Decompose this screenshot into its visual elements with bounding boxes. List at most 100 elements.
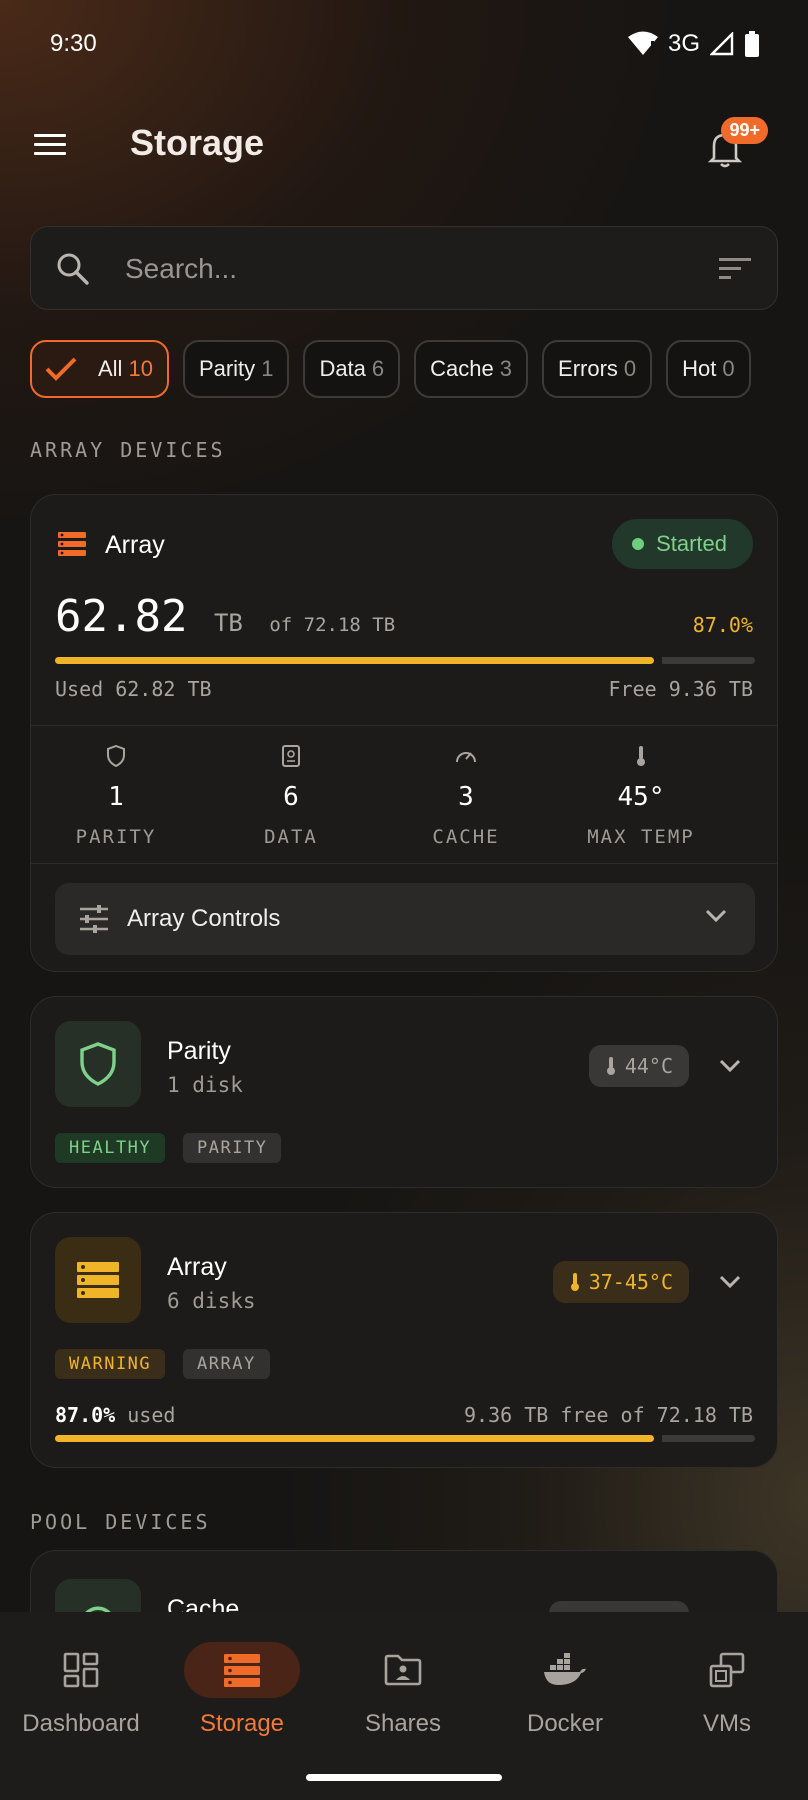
notification-badge: 99+ xyxy=(721,117,768,144)
usage-summary: 87.0% used xyxy=(55,1403,175,1427)
stat-parity: 1 PARITY xyxy=(41,745,191,848)
nav-vms[interactable]: VMs xyxy=(647,1642,807,1738)
bottom-navigation: Dashboard Storage Shares Docker VMs xyxy=(0,1612,808,1800)
search-icon xyxy=(55,251,91,287)
array-card-title: Array xyxy=(105,531,165,559)
usage-bar-fill xyxy=(55,1435,654,1442)
wifi-icon xyxy=(627,31,658,57)
device-subtitle: 1 disk xyxy=(167,1073,243,1097)
tune-sliders-icon xyxy=(79,905,109,933)
array-stack-icon xyxy=(57,531,87,557)
section-label-pool-devices: POOL DEVICES xyxy=(30,1510,211,1534)
chevron-down-icon[interactable] xyxy=(719,1059,741,1073)
used-capacity: 62.82 TB of 72.18 TB xyxy=(55,591,395,642)
stat-value: 3 xyxy=(458,782,474,812)
shield-icon xyxy=(78,1041,118,1087)
device-card-parity[interactable]: Parity 1 disk 44°C HEALTHY PARITY xyxy=(30,996,778,1188)
chip-label: Parity xyxy=(198,356,256,381)
page-title: Storage xyxy=(130,122,265,163)
usage-bar xyxy=(55,657,755,664)
drive-icon xyxy=(281,745,301,767)
usage-percent: 87.0% xyxy=(55,1403,116,1427)
free-label: Free 9.36 TB xyxy=(608,677,754,701)
stat-value: 1 xyxy=(108,782,124,812)
chip-cache[interactable]: Cache 3 xyxy=(414,340,529,398)
array-controls-label: Array Controls xyxy=(127,905,281,932)
network-type: 3G xyxy=(667,30,700,57)
device-icon-box xyxy=(55,1237,141,1323)
chip-count: 0 xyxy=(722,356,735,381)
status-icons: 3G xyxy=(627,30,760,58)
nav-label: Dashboard xyxy=(22,1710,140,1737)
chip-all[interactable]: All 10 xyxy=(30,340,169,398)
temperature-pill: 37-45°C xyxy=(552,1261,689,1303)
chip-count: 3 xyxy=(499,356,513,381)
device-icon-box xyxy=(55,1021,141,1107)
check-icon xyxy=(44,356,78,382)
nav-shares[interactable]: Shares xyxy=(323,1642,483,1738)
stat-label: DATA xyxy=(264,826,318,848)
search-bar xyxy=(30,226,778,310)
used-percent: 87.0% xyxy=(692,613,753,637)
usage-word: used xyxy=(127,1403,176,1427)
used-unit: TB xyxy=(213,609,243,637)
nav-label: Shares xyxy=(364,1710,442,1737)
shares-folder-icon xyxy=(323,1642,483,1698)
divider xyxy=(31,863,777,864)
stat-label: PARITY xyxy=(75,826,157,848)
used-value: 62.82 xyxy=(55,591,188,642)
device-title: Parity xyxy=(167,1037,231,1065)
dashboard-icon xyxy=(1,1642,161,1698)
chip-count: 10 xyxy=(128,356,153,381)
sort-filter-icon[interactable] xyxy=(717,255,753,283)
device-subtitle: 6 disks xyxy=(167,1289,256,1313)
nav-label: VMs xyxy=(703,1710,751,1737)
usage-bar xyxy=(55,1435,755,1442)
array-summary-card: Array Started 62.82 TB of 72.18 TB 87.0%… xyxy=(30,494,778,972)
thermometer-icon xyxy=(634,745,648,767)
status-time: 9:30 xyxy=(50,30,97,57)
home-indicator[interactable] xyxy=(306,1774,502,1781)
usage-detail: 9.36 TB free of 72.18 TB xyxy=(464,1403,753,1427)
speedometer-icon xyxy=(454,745,478,767)
chip-parity[interactable]: Parity 1 xyxy=(182,340,290,398)
signal-icon xyxy=(710,32,734,56)
chip-data[interactable]: Data 6 xyxy=(303,340,401,398)
filter-chips: All 10 Parity 1 Data 6 Cache 3 Errors 0 Hot 0 xyxy=(30,340,751,398)
chip-label: Errors xyxy=(558,356,618,381)
nav-label: Docker xyxy=(526,1710,604,1737)
chip-label: Hot xyxy=(682,356,717,381)
total-capacity: of 72.18 TB xyxy=(269,614,396,636)
temperature-value: 44°C xyxy=(624,1054,673,1078)
status-tag: WARNING xyxy=(55,1349,166,1379)
section-label-array-devices: ARRAY DEVICES xyxy=(30,438,226,462)
chip-count: 6 xyxy=(371,356,385,381)
temperature-pill: 44°C xyxy=(588,1045,689,1087)
chip-hot[interactable]: Hot 0 xyxy=(666,340,751,398)
array-controls-toggle[interactable]: Array Controls xyxy=(55,883,755,955)
search-input[interactable] xyxy=(123,247,687,291)
temperature-value: 37-45°C xyxy=(588,1270,673,1294)
chip-errors[interactable]: Errors 0 xyxy=(542,340,653,398)
nav-storage[interactable]: Storage xyxy=(162,1642,322,1738)
chip-label: Cache xyxy=(430,356,494,381)
thermometer-icon xyxy=(569,1272,581,1292)
menu-icon[interactable] xyxy=(30,130,70,160)
nav-docker[interactable]: Docker xyxy=(485,1642,645,1738)
divider xyxy=(31,725,777,726)
status-tag: HEALTHY xyxy=(55,1133,166,1163)
stat-data: 6 DATA xyxy=(216,745,366,848)
status-label: Started xyxy=(656,531,727,556)
vms-icon xyxy=(647,1642,807,1698)
chevron-down-icon[interactable] xyxy=(719,1275,741,1289)
status-dot xyxy=(632,538,645,550)
nav-dashboard[interactable]: Dashboard xyxy=(1,1642,161,1738)
docker-icon xyxy=(485,1642,645,1698)
storage-icon xyxy=(184,1642,300,1698)
stat-value: 45° xyxy=(617,782,665,812)
nav-label: Storage xyxy=(199,1710,285,1737)
used-label: Used 62.82 TB xyxy=(55,677,212,701)
chip-label: Data xyxy=(319,356,366,381)
shield-icon xyxy=(106,745,126,767)
device-card-array[interactable]: Array 6 disks 37-45°C WARNING ARRAY 87.0… xyxy=(30,1212,778,1468)
